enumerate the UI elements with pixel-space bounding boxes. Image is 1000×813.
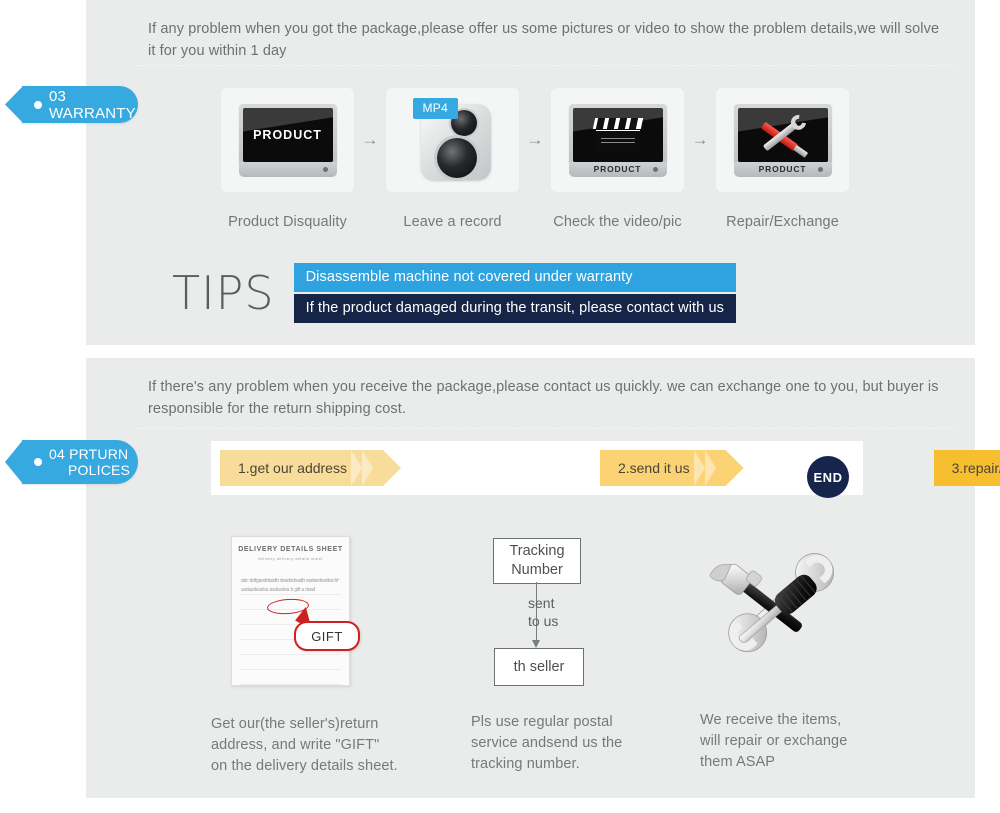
return-step-send-it-us[interactable]: 2.send it us: [600, 450, 744, 486]
tag-bullet-icon: [34, 100, 42, 109]
monitor-bezel: [568, 103, 667, 166]
caption-line: Pls use regular postal: [471, 714, 613, 730]
caption-return-address: Get our(the seller's)return address, and…: [211, 714, 421, 777]
returns-intro-text: If there's any problem when you receive …: [148, 379, 939, 417]
return-step-label: 3.repair/exchange: [951, 460, 1000, 476]
return-steps: 1.get our address 2.send it us 3.repair/…: [211, 450, 863, 498]
caption-postal-service: Pls use regular postal service andsend u…: [471, 712, 656, 775]
warranty-step-product-disquality: PRODUCT Product Disquality: [221, 88, 354, 230]
end-badge: END: [807, 456, 849, 498]
step-caption: Product Disquality: [228, 214, 347, 230]
monitor-screen: PRODUCT: [242, 107, 333, 162]
caption-line: Get our(the seller's)return: [211, 716, 379, 732]
tag-point-icon: [5, 440, 23, 484]
tips-block: TIPS Disassemble machine not covered und…: [172, 262, 736, 324]
warranty-step-check-the-video: PRODUCT Check the video/pic: [551, 88, 684, 230]
caption-line: will repair or exchange: [700, 733, 848, 749]
tag-returns-label: 04 PRTURN POLICES: [49, 446, 130, 478]
sheet-body-text: abc dafgasddsadb dsadsdsadb asdasdsadsa …: [241, 578, 339, 593]
screwdriver-wrench-icon: [757, 115, 809, 155]
sheet-title: DELIVERY DETAILS SHEET: [238, 546, 343, 553]
step-caption: Check the video/pic: [553, 214, 682, 230]
mp4-badge: MP4: [412, 98, 459, 119]
clapperboard-top: [592, 117, 643, 129]
caption-line: them ASAP: [700, 754, 776, 770]
tag-bullet-icon: [34, 458, 42, 466]
warranty-step-repair-exchange: PRODUCT Repair/Exchange: [716, 88, 849, 230]
section-tag-return-policies: 04 PRTURN POLICES: [5, 440, 138, 484]
step-icon-card: PRODUCT: [221, 88, 354, 192]
step-caption: Leave a record: [403, 214, 502, 230]
tag-point-icon: [5, 86, 23, 123]
tag-text-line-2: POLICES: [68, 462, 131, 478]
returns-separator: [136, 428, 956, 430]
step-icon-card: PRODUCT: [716, 88, 849, 192]
monitor-tools-icon: PRODUCT: [733, 103, 832, 177]
section-tag-warranty: 03 WARRANTY: [5, 86, 138, 123]
return-step-label: 2.send it us: [617, 460, 690, 476]
return-step-label: 1.get our address: [238, 460, 347, 476]
monitor-led-icon: [322, 166, 328, 172]
monitor-led-icon: [817, 166, 823, 172]
caption-line: address, and write "GIFT": [211, 737, 380, 753]
delivery-details-sheet: DELIVERY DETAILS SHEET delivery delivery…: [231, 536, 360, 686]
sheet-subtitle: delivery delivery details sheet: [258, 556, 323, 561]
flow-label-line: to us: [528, 613, 559, 629]
clapperboard-body: [595, 129, 640, 153]
return-step-get-address[interactable]: 1.get our address: [220, 450, 401, 486]
monitor-base: [238, 161, 337, 177]
flow-arrow-label: sent to us: [528, 594, 558, 630]
return-steps-card: 1.get our address 2.send it us 3.repair/…: [211, 441, 863, 498]
flow-label-line: sent: [528, 595, 555, 611]
clapperboard-icon: [592, 117, 643, 153]
tag-text-line-1: PRTURN: [69, 446, 129, 462]
step-icon-card: MP4: [386, 88, 519, 192]
monitor-bezel: PRODUCT: [238, 103, 337, 166]
chevron-ticks-icon: [351, 450, 385, 486]
monitor-screen-label: PRODUCT: [253, 127, 322, 142]
warranty-separator: [136, 65, 956, 67]
tag-warranty-label: 03 WARRANTY: [49, 88, 138, 122]
tracking-number-box: Tracking Number: [493, 538, 581, 584]
tips-line-1: Disassemble machine not covered under wa…: [293, 263, 736, 292]
step-icon-card: PRODUCT: [551, 88, 684, 192]
tips-line-2: If the product damaged during the transi…: [293, 294, 736, 323]
tag-number: 04: [49, 446, 65, 462]
gift-callout-bubble: GIFT: [294, 621, 360, 651]
warranty-steps: PRODUCT Product Disquality → MP4 Leave a…: [221, 88, 941, 238]
recorder-large-lens-icon: [436, 138, 477, 178]
tips-bars: Disassemble machine not covered under wa…: [293, 263, 736, 323]
chevron-ticks-icon: [694, 450, 728, 486]
monitor-base-label: PRODUCT: [758, 163, 807, 174]
caption-line: tracking number.: [471, 756, 580, 772]
step-arrow-icon-2: →: [526, 130, 544, 149]
caption-line: on the delivery details sheet.: [211, 758, 398, 774]
hammer-wrench-icon: [709, 553, 834, 653]
monitor-bezel: [733, 103, 832, 166]
flow-arrow-icon: [532, 640, 540, 648]
monitor-led-icon: [652, 166, 658, 172]
monitor-clapperboard-icon: PRODUCT: [568, 103, 667, 177]
mp4-recorder-icon: MP4: [412, 98, 493, 182]
monitor-product-icon: PRODUCT: [238, 103, 337, 177]
seller-box: th seller: [494, 648, 584, 686]
step-arrow-icon-1: →: [361, 130, 379, 149]
warranty-step-leave-a-record: MP4 Leave a record: [386, 88, 519, 230]
tag-number: 03: [49, 87, 67, 105]
tag-text: WARRANTY: [49, 104, 136, 122]
step-caption: Repair/Exchange: [726, 214, 839, 230]
monitor-screen: [737, 107, 828, 162]
return-step-repair-exchange[interactable]: 3.repair/exchange: [934, 450, 1000, 486]
tips-heading: TIPS: [172, 266, 275, 320]
monitor-base-label: PRODUCT: [593, 163, 642, 174]
monitor-screen: [572, 107, 663, 162]
step-arrow-icon-3: →: [691, 130, 709, 149]
caption-line: service andsend us the: [471, 735, 623, 751]
caption-repair-exchange: We receive the items, will repair or exc…: [700, 710, 900, 773]
caption-line: We receive the items,: [700, 712, 842, 728]
warranty-intro-text: If any problem when you got the package,…: [148, 21, 940, 59]
